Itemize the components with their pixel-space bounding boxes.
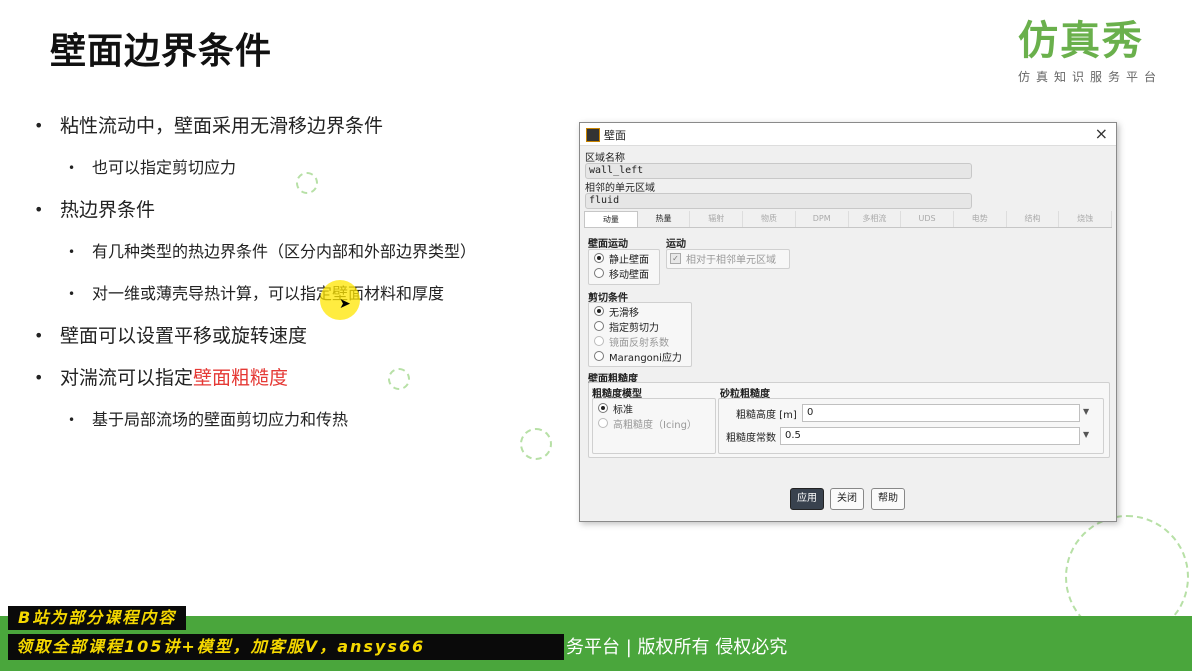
slide-title: 壁面边界条件 xyxy=(50,31,273,72)
checkbox-label: 相对于相邻单元区域 xyxy=(686,254,776,266)
check-icon: ✓ xyxy=(670,252,681,264)
bullet-text: 对湍流可以指定 xyxy=(60,367,194,389)
bullet-list: 粘性流动中，壁面采用无滑移边界条件 也可以指定剪切应力 热边界条件 有几种类型的… xyxy=(32,115,572,451)
bullet-item: 壁面可以设置平移或旋转速度 xyxy=(32,325,572,347)
adjacent-zone-label: 相邻的单元区域 xyxy=(585,183,655,194)
radio-label: 高粗糙度（Icing） xyxy=(613,419,697,431)
radio-icon xyxy=(594,321,604,331)
tab-potential[interactable]: 电势 xyxy=(954,211,1007,227)
radio-label: Marangoni应力 xyxy=(609,352,682,364)
radio-no-slip[interactable]: 无滑移 xyxy=(594,304,639,319)
wall-motion-label: 壁面运动 xyxy=(588,239,628,250)
tab-species[interactable]: 物质 xyxy=(743,211,796,227)
bullet-subitem: 对一维或薄壳导热计算，可以指定壁面材料和厚度 xyxy=(32,283,572,305)
bullet-subitem: 也可以指定剪切应力 xyxy=(32,157,572,179)
chevron-down-icon[interactable]: ▼ xyxy=(1083,407,1089,416)
radio-high-roughness[interactable]: 高粗糙度（Icing） xyxy=(598,416,697,431)
zone-name-input[interactable]: wall_left xyxy=(585,163,972,179)
radio-icon xyxy=(594,351,604,361)
tab-uds[interactable]: UDS xyxy=(901,211,954,227)
roughness-height-label: 粗糙高度 [m] xyxy=(736,410,797,421)
tab-structure[interactable]: 结构 xyxy=(1007,211,1060,227)
radio-checked-icon xyxy=(598,403,608,413)
radio-label: 静止壁面 xyxy=(609,254,649,266)
bullet-subitem: 基于局部流场的壁面剪切应力和传热 xyxy=(32,409,572,431)
roughness-constant-label: 粗糙度常数 xyxy=(726,433,776,444)
radio-icon xyxy=(598,418,608,428)
tab-bar: 动量 热量 辐射 物质 DPM 多相流 UDS 电势 结构 烧蚀 xyxy=(584,211,1113,228)
motion-label: 运动 xyxy=(666,239,686,250)
radio-label: 指定剪切力 xyxy=(609,322,659,334)
radio-label: 标准 xyxy=(613,404,633,416)
radio-stationary-wall[interactable]: 静止壁面 xyxy=(594,251,649,266)
adjacent-zone-input[interactable]: fluid xyxy=(585,193,972,209)
tab-dpm[interactable]: DPM xyxy=(796,211,849,227)
apply-button[interactable]: 应用 xyxy=(790,488,824,510)
bullet-subitem: 有几种类型的热边界条件（区分内部和外部边界类型） xyxy=(32,241,572,263)
bullet-item: 对湍流可以指定壁面粗糙度 xyxy=(32,367,572,389)
roughness-height-input[interactable]: 0 xyxy=(802,404,1080,422)
radio-icon xyxy=(594,268,604,278)
footer-text: 务平台 | 版权所有 侵权必究 xyxy=(566,637,788,658)
radio-moving-wall[interactable]: 移动壁面 xyxy=(594,266,649,281)
radio-marangoni[interactable]: Marangoni应力 xyxy=(594,349,682,364)
radio-label: 无滑移 xyxy=(609,307,639,319)
dialog-titlebar[interactable]: 壁面 × xyxy=(580,123,1116,146)
tab-multiphase[interactable]: 多相流 xyxy=(849,211,902,227)
tab-momentum[interactable]: 动量 xyxy=(584,211,638,227)
radio-label: 移动壁面 xyxy=(609,269,649,281)
bullet-item: 热边界条件 xyxy=(32,199,572,221)
bullet-highlight: 壁面粗糙度 xyxy=(193,367,289,389)
radio-icon xyxy=(594,336,604,346)
radio-checked-icon xyxy=(594,306,604,316)
roughness-constant-input[interactable]: 0.5 xyxy=(780,427,1080,445)
tab-thermal[interactable]: 热量 xyxy=(638,211,691,227)
app-icon xyxy=(586,128,600,142)
radio-specified-shear[interactable]: 指定剪切力 xyxy=(594,319,659,334)
logo-main-text: 仿真秀 xyxy=(1018,18,1144,64)
logo-subtitle: 仿真知识服务平台 xyxy=(1018,70,1163,84)
close-button[interactable]: 关闭 xyxy=(830,488,864,510)
radio-specularity[interactable]: 镜面反射系数 xyxy=(594,334,669,349)
help-button[interactable]: 帮助 xyxy=(871,488,905,510)
promo-line-2: 领取全部课程105讲+模型，加客服V，ansys66 xyxy=(8,634,564,660)
tab-ablation[interactable]: 烧蚀 xyxy=(1059,211,1113,227)
tab-radiation[interactable]: 辐射 xyxy=(690,211,744,227)
wall-dialog: 壁面 × 区域名称 wall_left 相邻的单元区域 fluid 动量 热量 … xyxy=(579,122,1117,522)
dialog-title: 壁面 xyxy=(604,129,626,142)
chevron-down-icon[interactable]: ▼ xyxy=(1083,430,1089,439)
bullet-item: 粘性流动中，壁面采用无滑移边界条件 xyxy=(32,115,572,137)
promo-line-1: B站为部分课程内容 xyxy=(8,606,187,630)
radio-label: 镜面反射系数 xyxy=(609,337,669,349)
relative-checkbox[interactable]: ✓ 相对于相邻单元区域 xyxy=(670,251,776,266)
radio-standard[interactable]: 标准 xyxy=(598,401,633,416)
radio-checked-icon xyxy=(594,253,604,263)
mouse-pointer-icon: ➤ xyxy=(339,296,351,312)
zone-name-label: 区域名称 xyxy=(585,153,625,164)
close-icon[interactable]: × xyxy=(1095,124,1108,143)
logo: 仿真秀 仿真知识服务平台 xyxy=(1018,8,1178,88)
